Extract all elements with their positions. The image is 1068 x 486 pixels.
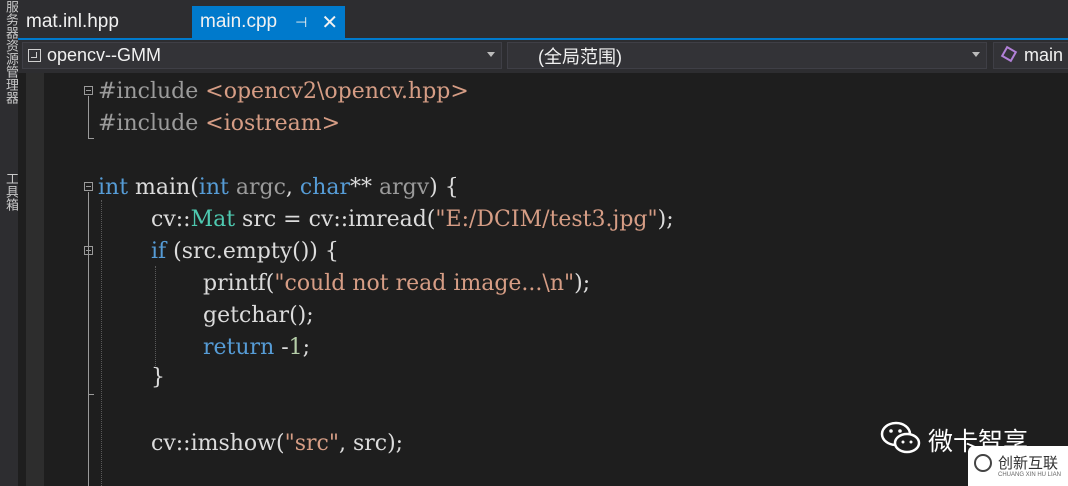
server-explorer-tab[interactable]: 服务器资源管理器: [2, 0, 18, 104]
string-literal: "src": [284, 431, 339, 456]
member-dropdown[interactable]: main: [993, 42, 1068, 69]
fold-toggle-icon[interactable]: [84, 182, 93, 191]
operator: -: [274, 335, 289, 360]
function-name: main(: [128, 175, 199, 200]
punctuation: ,: [285, 175, 300, 200]
fold-tick: [88, 138, 94, 139]
code-line-8: getchar();: [203, 300, 314, 332]
punctuation: ;: [302, 335, 311, 360]
badge-subtext: CHUANG XIN HU LIAN: [998, 472, 1062, 478]
code-line-1: #include <opencv2\opencv.hpp>: [98, 76, 469, 108]
string-literal: "could not read image...\n": [274, 271, 575, 296]
indent-guide: [101, 200, 102, 486]
code-text: src = cv::imread(: [235, 207, 436, 232]
namespace: cv::: [151, 207, 191, 232]
fold-toggle-icon[interactable]: [84, 246, 93, 255]
closing-brace: }: [151, 365, 165, 390]
editor-margin: [26, 73, 44, 486]
function-call: getchar();: [203, 303, 314, 328]
indent-guide: [155, 266, 156, 366]
code-line-4: int main(int argc, char** argv) {: [98, 172, 459, 204]
punctuation: , src);: [338, 431, 404, 456]
punctuation: );: [657, 207, 674, 232]
punctuation: );: [574, 271, 591, 296]
fold-line: [88, 192, 89, 486]
left-tool-strip: 服务器资源管理器 工具箱: [0, 0, 19, 486]
number-literal: 1: [288, 335, 303, 360]
parameter: argc: [228, 175, 286, 200]
code-line-7: printf("could not read image...\n");: [203, 268, 590, 300]
project-icon: [28, 49, 41, 62]
string-literal: "E:/DCIM/test3.jpg": [435, 207, 658, 232]
code-line-2: #include <iostream>: [98, 108, 340, 140]
fold-tick: [88, 394, 94, 395]
fold-toggle-icon[interactable]: [84, 86, 93, 95]
watermark-badge: 创新互联 CHUANG XIN HU LIAN: [968, 446, 1068, 486]
project-label: opencv--GMM: [47, 45, 162, 65]
member-label: main: [1024, 45, 1064, 65]
close-icon[interactable]: ✕: [321, 10, 338, 35]
tab-label: mat.inl.hpp: [26, 11, 119, 32]
function-call: cv::imshow(: [151, 431, 285, 456]
chevron-down-icon: [972, 52, 980, 57]
wechat-icon: [880, 418, 922, 458]
preprocessor-directive: #include: [98, 79, 199, 104]
code-line-6: if (src.empty()) {: [151, 236, 339, 268]
tab-label: main.cpp: [200, 11, 278, 32]
chevron-down-icon: [487, 52, 495, 57]
document-tab-bar: mat.inl.hpp main.cpp ⊣ ✕: [18, 0, 1068, 40]
code-line-9: return -1;: [203, 332, 310, 364]
tab-mat-inl-hpp[interactable]: mat.inl.hpp: [26, 6, 119, 38]
type-name: Mat: [190, 207, 236, 232]
code-line-10: }: [151, 362, 165, 394]
method-icon: [1000, 45, 1018, 63]
include-header: <opencv2\opencv.hpp>: [205, 79, 469, 104]
code-line-12: cv::imshow("src", src);: [151, 428, 403, 460]
code-line-5: cv::Mat src = cv::imread("E:/DCIM/test3.…: [151, 204, 674, 236]
keyword: int: [98, 175, 129, 200]
code-text: (src.empty()) {: [166, 239, 339, 264]
keyword: if: [151, 239, 167, 264]
toolbox-tab[interactable]: 工具箱: [2, 172, 18, 211]
function-call: printf(: [203, 271, 275, 296]
scope-label: (全局范围): [538, 46, 622, 67]
keyword: return: [203, 335, 275, 360]
keyword: int: [198, 175, 229, 200]
punctuation: ) {: [429, 175, 459, 200]
parameter: argv: [372, 175, 430, 200]
project-dropdown[interactable]: opencv--GMM: [22, 42, 502, 69]
pin-icon[interactable]: ⊣: [295, 14, 307, 31]
preprocessor-directive: #include: [98, 111, 199, 136]
fold-line: [88, 96, 89, 138]
logo-icon: [974, 454, 992, 472]
include-header: <iostream>: [205, 111, 341, 136]
navigation-bar: opencv--GMM (全局范围) main: [18, 40, 1068, 73]
badge-text: 创新互联: [998, 454, 1059, 472]
scope-dropdown[interactable]: (全局范围): [507, 42, 987, 69]
keyword: char: [299, 175, 351, 200]
punctuation: **: [350, 175, 373, 200]
tab-main-cpp[interactable]: main.cpp ⊣ ✕: [192, 6, 345, 38]
